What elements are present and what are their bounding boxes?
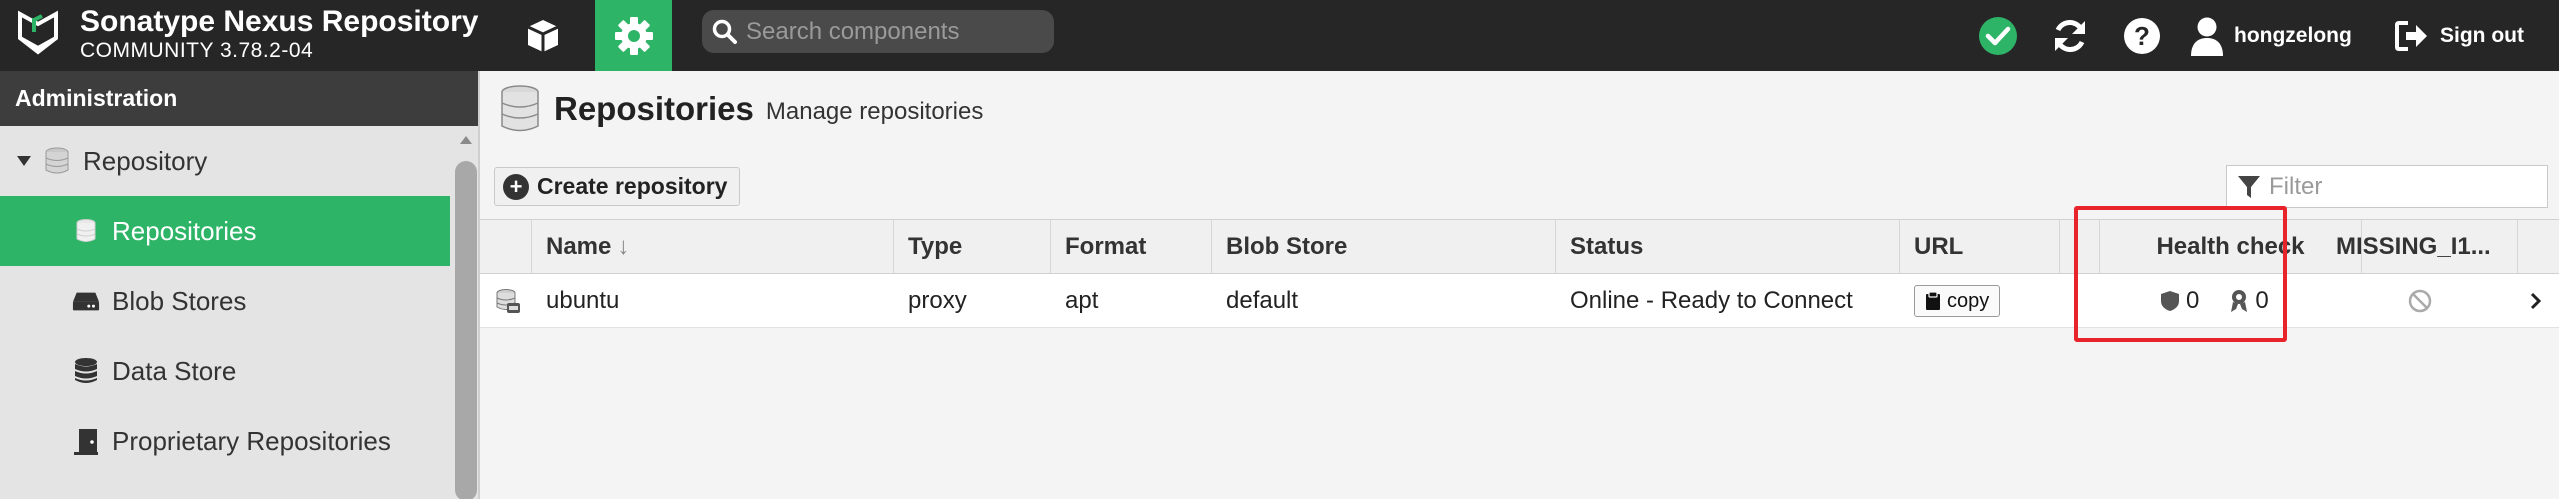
search-input[interactable]: [746, 17, 1046, 46]
sign-out-label: Sign out: [2440, 23, 2524, 47]
nexus-logo-icon: [14, 4, 62, 64]
cube-icon: [527, 19, 559, 52]
page-subtitle: Manage repositories: [765, 98, 984, 125]
filter-input[interactable]: [2269, 172, 2539, 201]
caret-down-icon[interactable]: [15, 155, 33, 167]
filter-icon: [2238, 175, 2260, 198]
sidebar-item-label: Repositories: [112, 215, 257, 246]
col-header-label: Blob Store: [1226, 232, 1348, 260]
col-header-status[interactable]: Status: [1556, 220, 1900, 273]
help-icon: ?: [2124, 17, 2160, 54]
cell-url: copy: [1900, 274, 2060, 328]
cell-status: Online - Ready to Connect: [1570, 287, 1853, 314]
table-row[interactable]: ubuntu proxy apt default Online - Ready …: [480, 274, 2559, 328]
scrollbar-thumb[interactable]: [455, 161, 477, 499]
admin-sidebar: Administration Repository Repositories B…: [0, 71, 480, 499]
health-license-count: 0: [2255, 287, 2269, 314]
main-panel: Repositories Manage repositories + Creat…: [480, 71, 2559, 499]
database-icon: [501, 85, 539, 132]
col-header-end: [2518, 220, 2559, 273]
shield-icon: [2161, 291, 2179, 311]
help-button[interactable]: ?: [2114, 0, 2170, 71]
col-header-label: Name: [546, 232, 612, 260]
filter-box[interactable]: [2226, 165, 2548, 208]
col-header-label: Format: [1065, 232, 1147, 260]
col-header-spacer: [2060, 220, 2100, 273]
sidebar-item-blob-stores[interactable]: Blob Stores: [0, 266, 450, 336]
repository-proxy-icon: [480, 274, 532, 328]
sidebar-header: Administration: [0, 71, 480, 126]
ban-icon: [2408, 289, 2432, 313]
door-icon: [72, 427, 100, 455]
user-menu[interactable]: hongzelong: [2190, 0, 2352, 71]
svg-text:?: ?: [2134, 21, 2150, 51]
cell-type: proxy: [908, 287, 967, 314]
browse-button[interactable]: [510, 0, 576, 71]
cell-missing-i1: [2322, 274, 2518, 328]
create-repository-button[interactable]: + Create repository: [494, 167, 741, 206]
grid-header: Name ↓ Type Format Blob Store Status URL…: [480, 219, 2559, 274]
username: hongzelong: [2234, 23, 2352, 47]
copy-label: copy: [1947, 289, 1990, 312]
system-status-button[interactable]: [1973, 0, 2023, 71]
sort-desc-icon: ↓: [617, 232, 630, 260]
sign-out-button[interactable]: Sign out: [2394, 0, 2524, 71]
sidebar-item-label: Proprietary Repositories: [112, 425, 391, 456]
clipboard-icon: [1926, 291, 1940, 310]
sidebar-item-repositories[interactable]: Repositories: [0, 196, 450, 266]
database-icon: [72, 219, 100, 243]
license-ribbon-icon: [2231, 290, 2248, 312]
create-repository-label: Create repository: [537, 173, 728, 199]
col-header-type[interactable]: Type: [894, 220, 1051, 273]
user-icon: [2191, 17, 2223, 56]
gear-icon: [614, 16, 653, 55]
refresh-button[interactable]: [2042, 0, 2098, 71]
hard-drive-icon: [72, 290, 100, 312]
database-icon: [72, 357, 100, 385]
chevron-right-icon: [2530, 292, 2542, 310]
col-header-url[interactable]: URL: [1900, 220, 2060, 273]
page-header: Repositories Manage repositories: [500, 85, 983, 133]
col-header-label: Type: [908, 232, 963, 260]
sidebar-item-repository[interactable]: Repository: [0, 126, 450, 196]
database-icon: [43, 147, 71, 175]
app-title: Sonatype Nexus Repository: [80, 5, 479, 38]
cell-format: apt: [1065, 287, 1099, 314]
repositories-grid: Name ↓ Type Format Blob Store Status URL…: [480, 219, 2559, 328]
sidebar-item-data-store[interactable]: Data Store: [0, 336, 450, 406]
sidebar-item-proprietary-repositories[interactable]: Proprietary Repositories: [0, 406, 450, 476]
row-expand-chevron[interactable]: [2518, 274, 2559, 328]
search-icon: [712, 19, 737, 44]
plus-circle-icon: +: [503, 173, 529, 200]
page-title: Repositories: [554, 90, 754, 127]
search-box[interactable]: [702, 10, 1054, 53]
administration-button[interactable]: [595, 0, 672, 71]
sidebar-tree: Repository Repositories Blob Stores Data…: [0, 126, 450, 476]
sign-out-icon: [2395, 20, 2427, 51]
col-header-missing-i1[interactable]: MISSING_I1...: [2322, 220, 2518, 273]
check-circle-icon: [1979, 16, 2017, 55]
scroll-up-arrow-icon[interactable]: [455, 126, 477, 154]
col-header-name[interactable]: Name ↓: [532, 220, 894, 273]
col-header-blob-store[interactable]: Blob Store: [1212, 220, 1556, 273]
copy-url-button[interactable]: copy: [1914, 285, 2001, 317]
sidebar-item-label: Blob Stores: [112, 285, 247, 316]
cell-name: ubuntu: [546, 287, 620, 314]
col-header-format[interactable]: Format: [1051, 220, 1212, 273]
sidebar-scrollbar[interactable]: [455, 126, 477, 499]
cell-blob-store: default: [1226, 287, 1299, 314]
refresh-icon: [2055, 19, 2085, 52]
cell-health-check[interactable]: 0 0: [2130, 274, 2330, 328]
col-header-label: Status: [1570, 232, 1644, 260]
col-header-icon: [480, 220, 532, 273]
health-security-count: 0: [2186, 287, 2200, 314]
col-header-label: MISSING_I1...: [2336, 232, 2491, 260]
brand[interactable]: Sonatype Nexus Repository COMMUNITY 3.78…: [14, 4, 478, 64]
top-bar: Sonatype Nexus Repository COMMUNITY 3.78…: [0, 0, 2559, 71]
col-header-label: URL: [1914, 232, 1964, 260]
sidebar-item-label: Repository: [83, 145, 208, 176]
sidebar-item-label: Data Store: [112, 355, 237, 386]
app-edition: COMMUNITY 3.78.2-04: [80, 39, 314, 62]
col-header-label: Health check: [2156, 232, 2305, 260]
